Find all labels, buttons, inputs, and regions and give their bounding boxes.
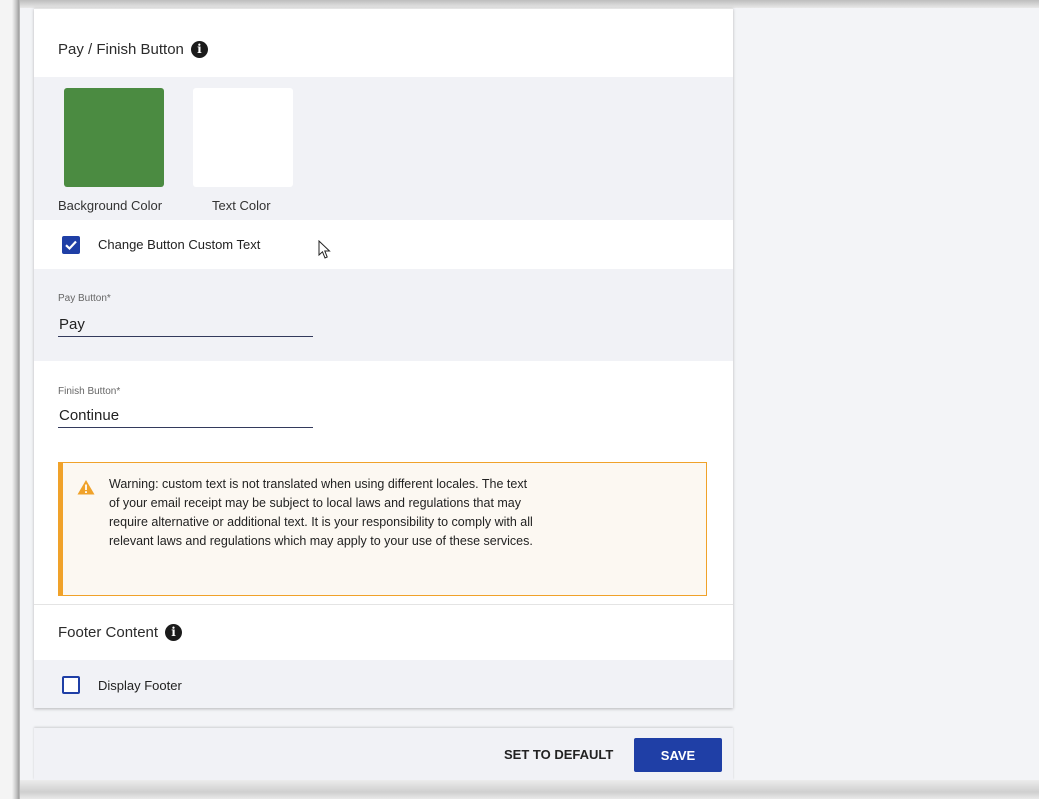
display-footer-row: Display Footer [34,660,733,708]
pay-button-input[interactable] [58,313,313,337]
background-color-swatch[interactable] [64,88,164,187]
checkmark-icon [65,240,77,251]
background-color-label: Background Color [58,198,163,213]
finish-button-input[interactable] [58,404,313,428]
custom-text-row: Change Button Custom Text [34,220,733,269]
save-button[interactable]: SAVE [634,738,722,772]
text-color-swatch[interactable] [193,88,293,187]
settings-card: Pay / Finish Button i Background Color T… [34,8,733,708]
display-footer-label[interactable]: Display Footer [98,678,182,693]
mouse-cursor-icon [318,240,331,259]
warning-text: Warning: custom text is not translated w… [109,477,533,548]
warning-triangle-icon [77,480,95,495]
display-footer-checkbox[interactable] [62,676,80,694]
warning-box: Warning: custom text is not translated w… [58,462,707,596]
pay-finish-header: Pay / Finish Button i [34,8,733,78]
text-color-label: Text Color [212,198,271,213]
finish-button-field-label: Finish Button* [58,386,121,397]
window-bottom-edge [20,780,1039,799]
info-icon[interactable]: i [190,41,208,58]
finish-button-field-row: Finish Button* [34,361,733,461]
action-bar: SET TO DEFAULT SAVE [34,728,733,780]
custom-text-checkbox[interactable] [62,236,80,254]
footer-header: Footer Content i [34,604,733,661]
color-swatches-row: Background Color Text Color [34,77,733,220]
custom-text-label[interactable]: Change Button Custom Text [98,237,260,252]
pay-button-field-label: Pay Button* [58,293,111,304]
window-top-edge [0,0,1039,8]
section-title: Footer Content [58,624,159,641]
pay-button-field-row: Pay Button* [34,269,733,361]
footer-title-row: Footer Content i [58,624,183,641]
section-title: Pay / Finish Button [58,41,184,58]
info-icon[interactable]: i [165,624,183,641]
set-to-default-button[interactable]: SET TO DEFAULT [492,737,625,771]
pay-finish-title-row: Pay / Finish Button i [58,41,208,58]
window-left-edge [0,0,20,799]
